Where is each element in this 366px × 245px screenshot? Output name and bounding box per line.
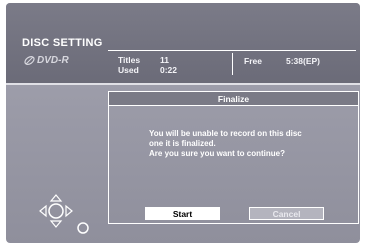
dialog-title: Finalize — [109, 92, 358, 106]
titles-label: Titles — [118, 55, 141, 65]
title-divider — [108, 50, 356, 51]
stat-divider — [232, 53, 233, 75]
used-label: Used — [118, 65, 139, 75]
free-label: Free — [244, 56, 262, 66]
cancel-button[interactable]: Cancel — [249, 207, 324, 220]
osd-screen: DISC SETTING DVD-R Titles 11 Used 0:22 F… — [6, 3, 360, 243]
finalize-dialog: Finalize You will be unable to record on… — [108, 91, 359, 224]
disc-type-label: DVD-R — [37, 55, 69, 66]
dialog-message-line: one it is finalized. — [149, 139, 216, 148]
start-button[interactable]: Start — [145, 207, 220, 220]
disc-type: DVD-R — [24, 55, 69, 66]
header: DISC SETTING DVD-R Titles 11 Used 0:22 F… — [6, 3, 360, 83]
page-title: DISC SETTING — [22, 37, 103, 49]
used-value: 0:22 — [160, 65, 178, 75]
disc-icon — [24, 55, 35, 66]
dialog-message-line: You will be unable to record on this dis… — [149, 129, 302, 138]
titles-value: 11 — [160, 55, 169, 65]
dialog-message-line: Are you sure you want to continue? — [149, 149, 286, 158]
header-divider — [6, 83, 360, 85]
tv-screen: DISC SETTING DVD-R Titles 11 Used 0:22 F… — [0, 0, 366, 245]
dialog-message: You will be unable to record on this dis… — [149, 129, 349, 159]
enter-button-icon — [77, 222, 89, 234]
remote-navigation-hint — [34, 191, 94, 237]
free-value: 5:38(EP) — [286, 56, 321, 66]
